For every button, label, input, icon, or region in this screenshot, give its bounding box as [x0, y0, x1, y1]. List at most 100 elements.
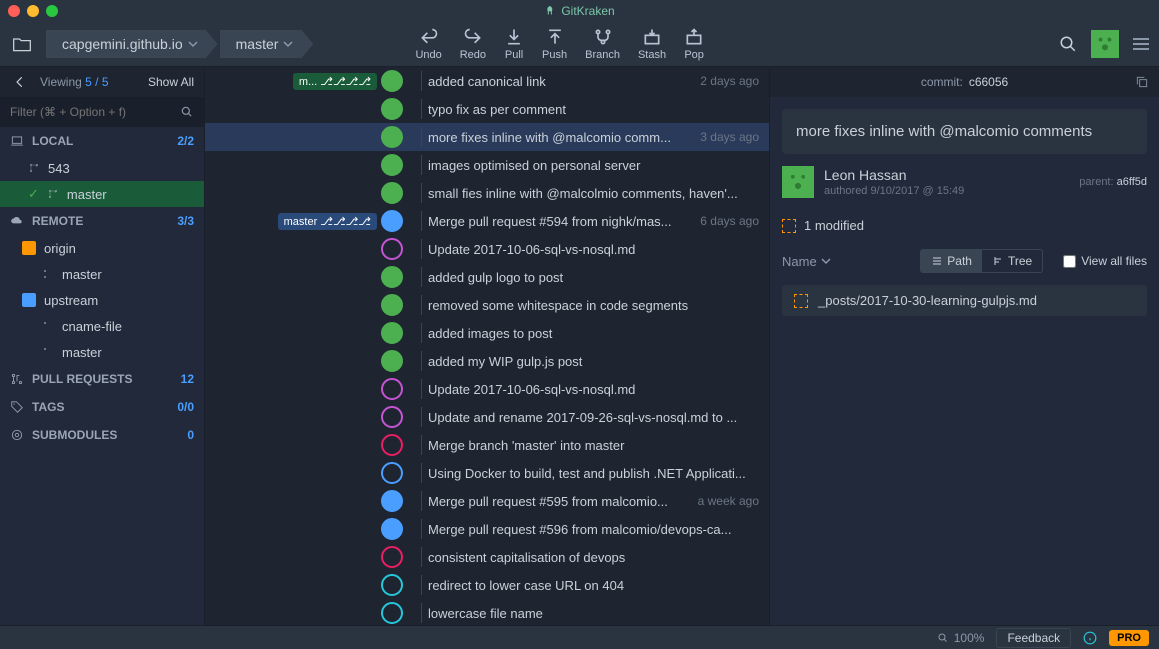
viewing-label: Viewing 5 / 5 [40, 75, 109, 89]
commit-node [381, 350, 403, 372]
feedback-button[interactable]: Feedback [996, 628, 1071, 648]
minimize-window[interactable] [27, 5, 39, 17]
tree-icon [992, 255, 1004, 267]
commit-message: added my WIP gulp.js post [428, 354, 769, 369]
stash-button[interactable]: Stash [638, 27, 666, 61]
maximize-window[interactable] [46, 5, 58, 17]
commit-row[interactable]: added gulp logo to post [205, 263, 769, 291]
branch-breadcrumb[interactable]: master [220, 30, 314, 58]
author-date: authored 9/10/2017 @ 15:49 [824, 185, 964, 197]
commit-message: Merge pull request #594 from nighk/mas..… [428, 214, 700, 229]
filter-input[interactable] [10, 105, 172, 119]
commit-node [381, 518, 403, 540]
commit-row[interactable]: Update 2017-10-06-sql-vs-nosql.md [205, 235, 769, 263]
local-branch-543[interactable]: 543 [0, 155, 204, 181]
section-tags[interactable]: TAGS 0/0 [0, 393, 204, 421]
branch-label[interactable]: master ⎇⎇⎇⎇ [278, 213, 377, 230]
search-icon[interactable] [180, 105, 194, 119]
remote-icon [22, 241, 36, 255]
commit-message: typo fix as per comment [428, 102, 769, 117]
chevron-down-icon [188, 39, 198, 49]
zoom-control[interactable]: 100% [937, 631, 985, 645]
pop-button[interactable]: Pop [684, 27, 704, 61]
pr-icon [10, 372, 24, 386]
commit-row[interactable]: lowercase file name [205, 599, 769, 625]
commit-node [381, 98, 403, 120]
folder-button[interactable] [10, 32, 34, 56]
remote-upstream[interactable]: upstream [0, 287, 204, 313]
repo-breadcrumb[interactable]: capgemini.github.io [46, 30, 218, 58]
commit-row[interactable]: typo fix as per comment [205, 95, 769, 123]
app-title: GitKraken [544, 4, 614, 18]
commit-message: Update 2017-10-06-sql-vs-nosql.md [428, 382, 769, 397]
commit-row[interactable]: Merge branch 'master' into master [205, 431, 769, 459]
commit-row[interactable]: consistent capitalisation of devops [205, 543, 769, 571]
copy-icon[interactable] [1135, 75, 1149, 89]
local-branch-master[interactable]: ✓ master [0, 181, 204, 207]
commit-row[interactable]: small fies inline with @malcolmio commen… [205, 179, 769, 207]
commit-node [381, 154, 403, 176]
modified-icon [782, 219, 796, 233]
commit-row[interactable]: images optimised on personal server [205, 151, 769, 179]
branch-button[interactable]: Branch [585, 27, 620, 61]
view-all-files-checkbox[interactable]: View all files [1063, 254, 1147, 268]
commit-node [381, 266, 403, 288]
commit-node [381, 294, 403, 316]
laptop-icon [10, 134, 24, 148]
view-tree-button[interactable]: Tree [982, 250, 1042, 272]
branch-icon [42, 320, 54, 332]
commit-row[interactable]: Update and rename 2017-09-26-sql-vs-nosq… [205, 403, 769, 431]
commit-row[interactable]: added my WIP gulp.js post [205, 347, 769, 375]
commit-row[interactable]: master ⎇⎇⎇⎇ Merge pull request #594 from … [205, 207, 769, 235]
commit-node [381, 406, 403, 428]
pro-badge: PRO [1109, 630, 1149, 646]
commit-row[interactable]: Update 2017-10-06-sql-vs-nosql.md [205, 375, 769, 403]
sort-by-name[interactable]: Name [782, 254, 831, 269]
search-icon[interactable] [1059, 35, 1077, 53]
commit-row[interactable]: m... ⎇⎇⎇⎇added canonical link2 days ago [205, 67, 769, 95]
push-button[interactable]: Push [542, 27, 567, 61]
commit-node [381, 378, 403, 400]
commit-node [381, 546, 403, 568]
parent-commit[interactable]: parent: a6ff5d [1079, 176, 1147, 188]
info-icon[interactable] [1083, 631, 1097, 645]
back-button[interactable] [10, 72, 30, 92]
close-window[interactable] [8, 5, 20, 17]
commit-message: more fixes inline with @malcomio comment… [782, 109, 1147, 154]
commit-row[interactable]: more fixes inline with @malcomio comm...… [205, 123, 769, 151]
branch-label[interactable]: m... ⎇⎇⎇⎇ [293, 73, 377, 90]
remote-upstream-cname[interactable]: cname-file [0, 313, 204, 339]
commit-message: consistent capitalisation of devops [428, 550, 769, 565]
toolbar: capgemini.github.io master Undo Redo Pul… [0, 22, 1159, 67]
list-icon [931, 255, 943, 267]
pull-button[interactable]: Pull [504, 27, 524, 61]
commit-row[interactable]: removed some whitespace in code segments [205, 291, 769, 319]
section-submodules[interactable]: SUBMODULES 0 [0, 421, 204, 449]
remote-upstream-master[interactable]: master [0, 339, 204, 365]
view-path-button[interactable]: Path [921, 250, 982, 272]
menu-button[interactable] [1133, 38, 1149, 50]
commit-node [381, 182, 403, 204]
commit-row[interactable]: Merge pull request #596 from malcomio/de… [205, 515, 769, 543]
user-avatar[interactable] [1091, 30, 1119, 58]
remote-origin[interactable]: origin [0, 235, 204, 261]
section-local[interactable]: LOCAL 2/2 [0, 127, 204, 155]
window-controls [8, 5, 58, 17]
commit-row[interactable]: redirect to lower case URL on 404 [205, 571, 769, 599]
show-all-button[interactable]: Show All [148, 75, 194, 89]
section-remote[interactable]: REMOTE 3/3 [0, 207, 204, 235]
undo-button[interactable]: Undo [415, 27, 441, 61]
changed-file[interactable]: _posts/2017-10-30-learning-gulpjs.md [782, 285, 1147, 316]
section-pull-requests[interactable]: PULL REQUESTS 12 [0, 365, 204, 393]
commit-row[interactable]: Using Docker to build, test and publish … [205, 459, 769, 487]
redo-button[interactable]: Redo [460, 27, 486, 61]
commit-time: 2 days ago [700, 74, 769, 88]
commit-message: images optimised on personal server [428, 158, 769, 173]
commit-row[interactable]: Merge pull request #595 from malcomio...… [205, 487, 769, 515]
kraken-icon [544, 5, 556, 17]
commit-message: Update 2017-10-06-sql-vs-nosql.md [428, 242, 769, 257]
remote-origin-master[interactable]: master [0, 261, 204, 287]
commit-node [381, 434, 403, 456]
commit-details-panel: commit: c66056 more fixes inline with @m… [769, 67, 1159, 625]
commit-row[interactable]: added images to post [205, 319, 769, 347]
